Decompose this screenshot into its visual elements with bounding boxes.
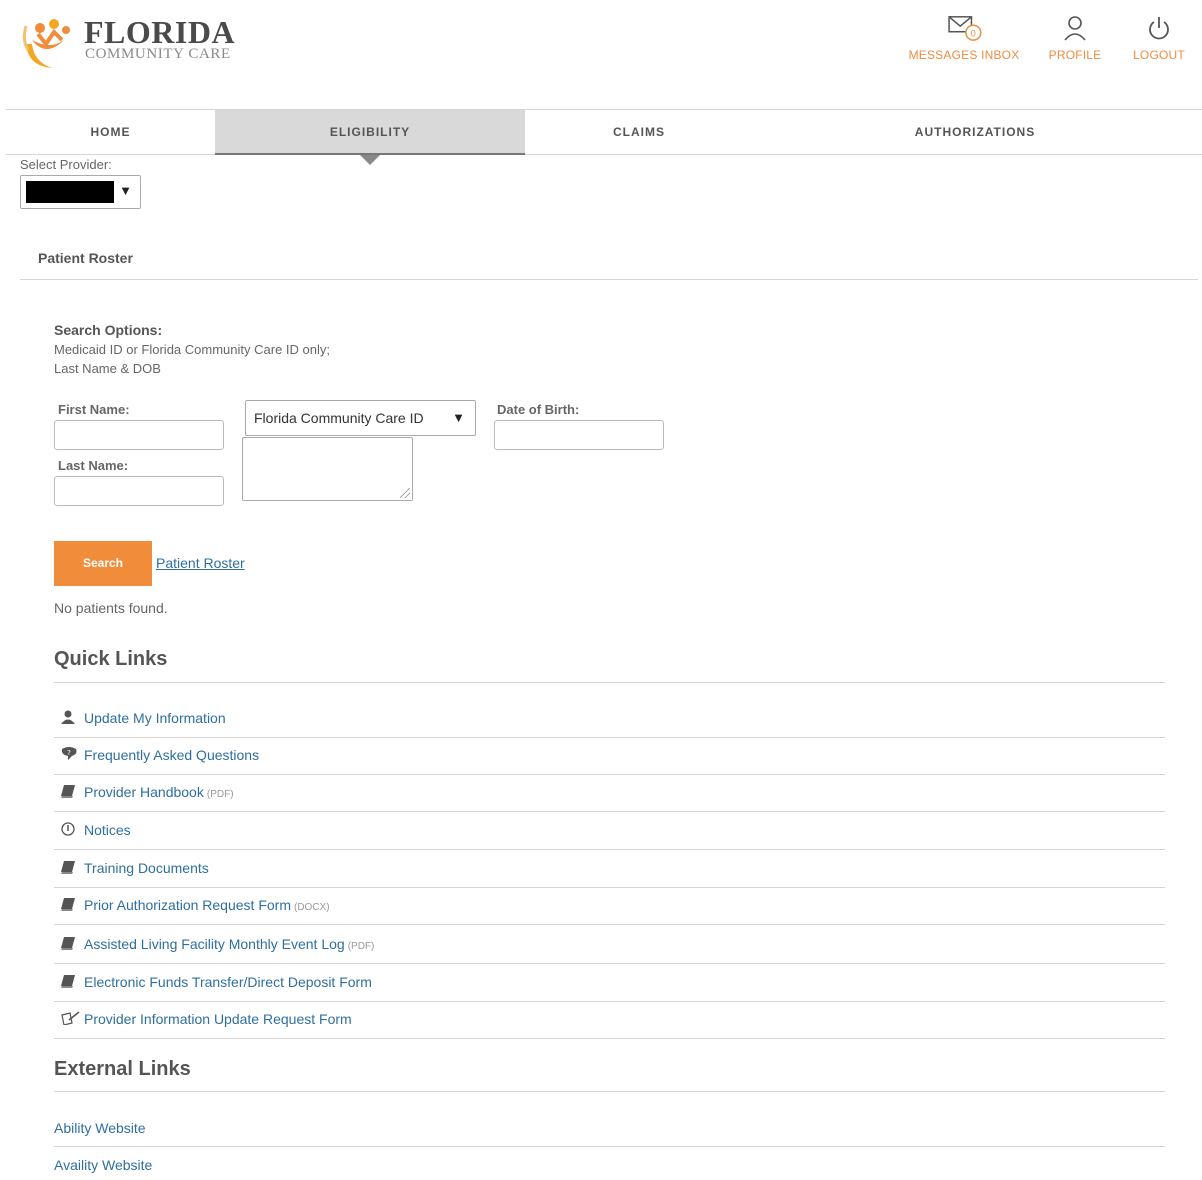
id-textarea[interactable]: [242, 437, 413, 501]
divider: [54, 1146, 1165, 1147]
logout-label: LOGOUT: [1133, 48, 1185, 62]
last-name-input[interactable]: [54, 476, 224, 506]
quick-link-text[interactable]: Electronic Funds Transfer/Direct Deposit…: [84, 974, 372, 990]
notice-icon: [60, 822, 76, 836]
divider: [54, 924, 1165, 925]
profile-button[interactable]: PROFILE: [1046, 14, 1104, 62]
divider: [54, 1091, 1165, 1092]
search-options-line-2: Last Name & DOB: [54, 361, 161, 376]
quick-link-label[interactable]: Prior Authorization Request Form: [84, 897, 291, 913]
quick-link-item[interactable]: Training Documents: [54, 850, 1165, 888]
dropdown-arrow-icon: ▼: [452, 410, 465, 425]
main-nav: HOME ELIGIBILITY CLAIMS AUTHORIZATIONS: [6, 109, 1202, 155]
last-name-label: Last Name:: [58, 458, 129, 473]
first-name-label: First Name:: [58, 402, 130, 417]
quick-link-text[interactable]: Training Documents: [84, 860, 209, 876]
search-button[interactable]: Search: [54, 541, 152, 586]
quick-link-label[interactable]: Frequently Asked Questions: [84, 747, 259, 763]
quick-link-item[interactable]: Electronic Funds Transfer/Direct Deposit…: [54, 964, 1165, 1002]
quick-links-heading: Quick Links: [54, 648, 168, 670]
patient-roster-title: Patient Roster: [38, 250, 133, 266]
dob-label: Date of Birth:: [497, 402, 580, 417]
first-name-input[interactable]: [54, 420, 224, 450]
user-icon: [1064, 16, 1086, 41]
envelope-icon: 0: [948, 16, 982, 41]
dropdown-arrow-icon: ▼: [119, 183, 132, 198]
quick-link-text[interactable]: Provider Handbook (PDF): [84, 784, 234, 800]
quick-link-item[interactable]: Provider Information Update Request Form: [54, 1001, 1165, 1039]
quick-link-label[interactable]: Notices: [84, 822, 131, 838]
power-icon: [1149, 17, 1169, 40]
availity-website-link[interactable]: Availity Website: [54, 1157, 152, 1173]
search-options-heading: Search Options:: [54, 322, 163, 338]
logo-subtitle: COMMUNITY CARE: [85, 46, 231, 62]
book-icon: [60, 860, 76, 874]
logo-mark-icon: [22, 19, 70, 68]
quick-link-label[interactable]: Assisted Living Facility Monthly Event L…: [84, 936, 345, 952]
quick-link-item[interactable]: Update My Information: [54, 700, 1165, 738]
quick-link-item[interactable]: Prior Authorization Request Form (DOCX): [54, 887, 1165, 925]
resize-handle-icon[interactable]: [400, 488, 410, 498]
file-type-suffix: (DOCX): [293, 902, 330, 913]
chat-bubble-icon: ?: [60, 747, 77, 761]
id-type-selected-value: Florida Community Care ID: [254, 410, 424, 426]
logo: FLORIDA COMMUNITY CARE: [20, 10, 260, 72]
book-icon: [60, 784, 76, 798]
divider: [20, 279, 1198, 280]
tab-claims[interactable]: CLAIMS: [525, 110, 753, 155]
quick-link-text[interactable]: Assisted Living Facility Monthly Event L…: [84, 936, 374, 952]
quick-link-text[interactable]: Frequently Asked Questions: [84, 747, 259, 763]
file-type-suffix: (PDF): [347, 941, 375, 952]
messages-count-badge: 0: [971, 28, 976, 38]
messages-inbox-label: MESSAGES INBOX: [908, 48, 1020, 62]
pen-paper-icon: [60, 1011, 80, 1026]
quick-link-item[interactable]: Assisted Living Facility Monthly Event L…: [54, 926, 1165, 964]
search-options-line-1: Medicaid ID or Florida Community Care ID…: [54, 342, 330, 357]
provider-value-redacted: [26, 181, 114, 203]
select-provider-label: Select Provider:: [20, 157, 112, 172]
file-type-suffix: (PDF): [206, 789, 234, 800]
quick-link-item[interactable]: Provider Handbook (PDF): [54, 774, 1165, 812]
book-icon: [60, 936, 76, 950]
divider: [54, 1038, 1165, 1039]
ability-website-link[interactable]: Ability Website: [54, 1120, 146, 1136]
external-links-heading: External Links: [54, 1058, 191, 1080]
patient-roster-link[interactable]: Patient Roster: [156, 555, 245, 571]
quick-link-text[interactable]: Update My Information: [84, 710, 226, 726]
tab-eligibility[interactable]: ELIGIBILITY: [215, 110, 525, 155]
active-tab-indicator: [360, 155, 380, 165]
quick-link-item[interactable]: Notices: [54, 812, 1165, 850]
id-type-select[interactable]: Florida Community Care ID ▼: [245, 400, 476, 436]
tab-home[interactable]: HOME: [6, 110, 215, 155]
messages-inbox-button[interactable]: 0 MESSAGES INBOX: [905, 14, 1023, 62]
book-icon: [60, 974, 76, 988]
quick-link-label[interactable]: Training Documents: [84, 860, 209, 876]
divider: [54, 682, 1165, 683]
book-icon: [60, 897, 76, 911]
quick-link-item[interactable]: ? Frequently Asked Questions: [54, 737, 1165, 775]
no-patients-message: No patients found.: [54, 600, 168, 616]
provider-select[interactable]: ▼: [20, 175, 141, 209]
profile-label: PROFILE: [1048, 48, 1102, 62]
quick-link-text[interactable]: Prior Authorization Request Form (DOCX): [84, 897, 330, 913]
quick-link-text[interactable]: Notices: [84, 822, 131, 838]
dob-input[interactable]: [494, 420, 664, 450]
quick-link-text[interactable]: Provider Information Update Request Form: [84, 1011, 352, 1027]
quick-link-label[interactable]: Update My Information: [84, 710, 226, 726]
user-icon: [60, 710, 76, 724]
quick-link-label[interactable]: Provider Information Update Request Form: [84, 1011, 352, 1027]
logout-button[interactable]: LOGOUT: [1128, 14, 1190, 62]
svg-text:?: ?: [67, 749, 71, 757]
quick-link-label[interactable]: Electronic Funds Transfer/Direct Deposit…: [84, 974, 372, 990]
tab-authorizations[interactable]: AUTHORIZATIONS: [753, 110, 1197, 155]
quick-link-label[interactable]: Provider Handbook: [84, 784, 204, 800]
